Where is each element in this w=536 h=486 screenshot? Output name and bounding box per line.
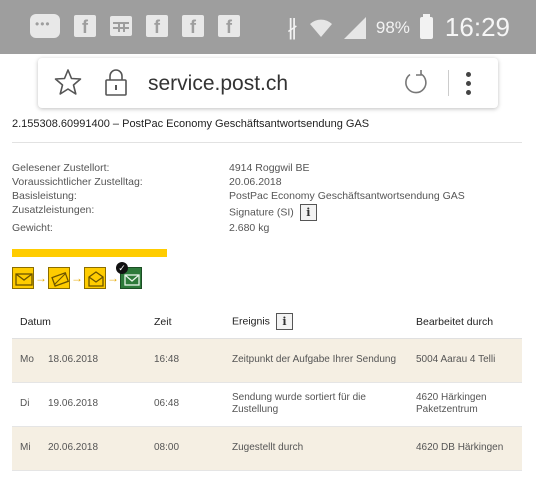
detail-value: 4914 Roggwil BE <box>229 162 310 174</box>
detail-label: Basisleistung: <box>12 190 77 202</box>
url-text[interactable]: service.post.ch <box>148 72 288 96</box>
cell-processed-by: 4620 DB Härkingen <box>412 426 522 471</box>
cell-time: 06:48 <box>140 382 222 427</box>
weekday: Mi <box>20 442 31 453</box>
detail-label: Gewicht: <box>12 222 53 234</box>
bluetooth-icon: ∦ <box>286 14 298 40</box>
detail-value: PostPac Economy Geschäftsantwortsendung … <box>229 190 465 202</box>
sorting-icon <box>48 267 70 289</box>
date: 18.06.2018 <box>48 354 99 365</box>
detail-label: Gelesener Zustellort: <box>12 162 110 174</box>
delivered-icon: ✓ <box>116 262 142 289</box>
delivery-steps: → → → ✓ <box>12 262 142 290</box>
browser-toolbar: service.post.ch <box>0 54 536 114</box>
battery-icon <box>419 13 433 39</box>
wifi-icon <box>309 19 332 37</box>
tracking-events-table: Datum Zeit Ereignis i Bearbeitet durch Mo… <box>12 306 522 471</box>
detail-value-text: Signature (SI) <box>229 206 294 219</box>
info-icon[interactable]: i <box>299 204 317 221</box>
facebook-icon: f <box>74 15 96 37</box>
facebook-icon: f <box>182 15 204 37</box>
table-row: Mi 20.06.2018 08:00 Zugestellt durch 4620… <box>12 426 522 471</box>
gallery-icon <box>110 16 132 36</box>
column-header-date: Datum <box>12 306 140 339</box>
table-row: Mo 18.06.2018 16:48 Zeitpunkt der Aufgabe… <box>12 338 522 383</box>
weekday: Mo <box>20 354 34 365</box>
column-header-event-label: Ereignis <box>232 315 270 328</box>
lock-icon[interactable] <box>104 67 128 97</box>
chat-icon <box>30 14 60 38</box>
weekday: Di <box>20 398 30 409</box>
reload-icon[interactable] <box>402 69 430 97</box>
letter-submitted-icon <box>12 267 34 289</box>
cell-event: Sendung wurde sortiert für die Zustellun… <box>222 382 412 427</box>
delivery-progress-bar <box>12 249 167 257</box>
column-header-time: Zeit <box>140 306 222 339</box>
cell-date: Mi 20.06.2018 <box>12 426 140 471</box>
system-icons: ∦ 98% 16:29 <box>287 12 510 43</box>
detail-value: 20.06.2018 <box>229 176 282 188</box>
bookmark-star-icon[interactable] <box>54 68 82 96</box>
in-delivery-icon <box>84 267 106 289</box>
checkmark-icon: ✓ <box>116 262 128 274</box>
battery-percent: 98% <box>375 17 410 37</box>
notification-icons: f f f f <box>30 14 240 38</box>
cell-date: Di 19.06.2018 <box>12 382 140 427</box>
shipment-title: 2.155308.60991400 – PostPac Economy Gesc… <box>12 118 370 130</box>
cell-time: 08:00 <box>140 426 222 471</box>
detail-value: 2.680 kg <box>229 222 270 234</box>
detail-value: Signature (SI) i <box>229 204 317 221</box>
cell-processed-by: 4620 Härkingen Paketzentrum <box>412 382 522 427</box>
table-row: Di 19.06.2018 06:48 Sendung wurde sortier… <box>12 382 522 427</box>
address-bar[interactable]: service.post.ch <box>38 58 498 108</box>
cell-event: Zugestellt durch <box>222 426 412 471</box>
overflow-menu-icon[interactable] <box>466 72 472 96</box>
signal-icon <box>343 16 366 39</box>
detail-label: Voraussichtlicher Zustelltag: <box>12 176 143 188</box>
date: 19.06.2018 <box>48 398 99 409</box>
detail-label: Zusatzleistungen: <box>12 204 95 216</box>
cell-event: Zeitpunkt der Aufgabe Ihrer Sendung <box>222 338 412 383</box>
clock: 16:29 <box>444 12 510 42</box>
table-header-row: Datum Zeit Ereignis i Bearbeitet durch <box>12 306 522 339</box>
facebook-icon: f <box>146 15 168 37</box>
cell-processed-by: 5004 Aarau 4 Telli <box>412 338 522 383</box>
cell-time: 16:48 <box>140 338 222 383</box>
facebook-icon: f <box>218 15 240 37</box>
info-icon[interactable]: i <box>275 313 293 331</box>
divider <box>12 142 522 143</box>
status-bar: f f f f ∦ 98% 16:29 <box>0 0 536 54</box>
date: 20.06.2018 <box>48 442 99 453</box>
column-header-event: Ereignis i <box>222 306 412 339</box>
arrow-icon: → <box>71 271 83 285</box>
arrow-icon: → <box>35 271 47 285</box>
cell-date: Mo 18.06.2018 <box>12 338 140 383</box>
column-header-processed-by: Bearbeitet durch <box>412 306 522 339</box>
toolbar-divider <box>448 70 449 96</box>
